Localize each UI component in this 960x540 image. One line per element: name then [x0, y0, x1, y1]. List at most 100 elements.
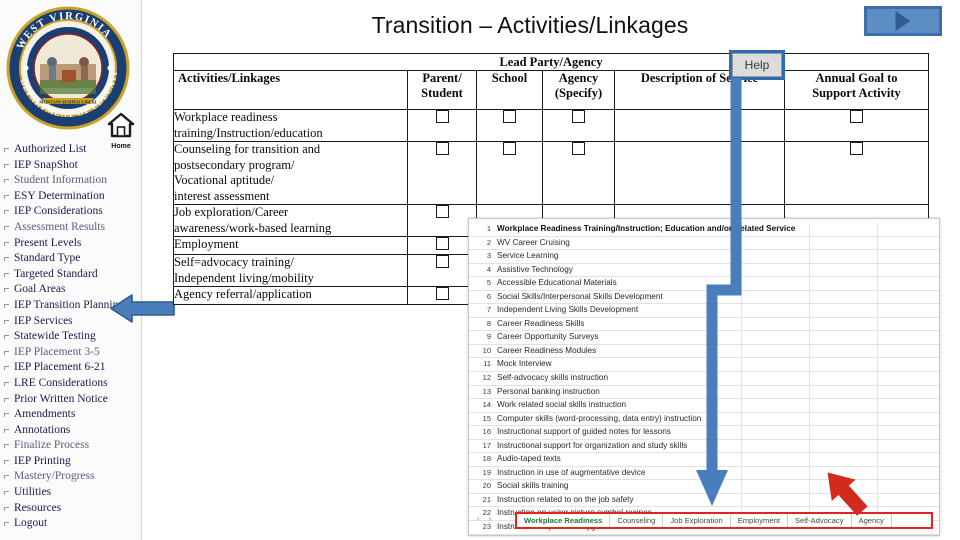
checkbox-cell-school[interactable]: [476, 109, 543, 142]
checkbox-cell-parent-student[interactable]: [407, 254, 477, 287]
activity-line: Self=advocacy training/: [174, 255, 294, 269]
row-number: 15: [482, 413, 491, 423]
row-text: Career Readiness Modules: [497, 345, 597, 355]
sidebar-item-esy-determination[interactable]: ESY Determination: [0, 189, 141, 205]
sidebar-item-logout[interactable]: Logout: [0, 516, 141, 532]
bullet-icon: [4, 444, 9, 449]
sidebar-item-standard-type[interactable]: Standard Type: [0, 251, 141, 267]
col-annual-goal: Annual Goal to Support Activity: [783, 70, 930, 110]
activity-line: training/Instruction/education: [174, 125, 323, 140]
col-activities-linkages: Activities/Linkages: [173, 70, 408, 110]
checkbox-cell-parent-student[interactable]: [407, 204, 477, 237]
play-button[interactable]: [864, 6, 942, 36]
row-text: Self-advocacy skills instruction: [497, 373, 609, 383]
checkbox[interactable]: [435, 237, 449, 250]
sidebar-item-label: Standard Type: [14, 252, 81, 265]
activity-line: postsecondary program/: [174, 157, 295, 172]
sidebar-item-label: IEP Considerations: [14, 205, 103, 218]
sidebar-item-iep-snapshot[interactable]: IEP SnapShot: [0, 158, 141, 174]
bullet-icon: [4, 381, 9, 386]
bullet-icon: [4, 288, 9, 293]
checkbox-cell-agency[interactable]: [542, 141, 615, 205]
activity-line: Counseling for transition and: [174, 142, 321, 156]
sidebar-item-resources[interactable]: Resources: [0, 501, 141, 517]
sidebar-item-prior-written-notice[interactable]: Prior Written Notice: [0, 392, 141, 408]
sidebar-item-amendments[interactable]: Amendments: [0, 407, 141, 423]
bullet-icon: [4, 257, 9, 262]
sidebar-item-targeted-standard[interactable]: Targeted Standard: [0, 267, 141, 283]
checkbox-cell-agency[interactable]: [542, 109, 615, 142]
sheet-tab-job-exploration[interactable]: Job Exploration: [663, 514, 731, 527]
checkbox-cell-school[interactable]: [476, 141, 543, 205]
play-triangle-icon: [895, 11, 911, 31]
checkbox-cell-annual-goal[interactable]: [783, 141, 930, 205]
bullet-icon: [4, 475, 9, 480]
sidebar-item-assessment-results[interactable]: Assessment Results: [0, 220, 141, 236]
sidebar-item-lre-considerations[interactable]: LRE Considerations: [0, 376, 141, 392]
bullet-icon: [4, 148, 9, 152]
sidebar-item-label: Assessment Results: [14, 220, 106, 233]
checkbox[interactable]: [850, 142, 864, 155]
sidebar-item-label: Amendments: [14, 408, 76, 421]
checkbox[interactable]: [572, 142, 585, 155]
sheet-tab-counseling[interactable]: Counseling: [610, 514, 664, 527]
checkbox[interactable]: [503, 142, 516, 155]
sidebar-item-mastery-progress[interactable]: Mastery/Progress: [0, 469, 141, 485]
row-text: Career Opportunity Surveys: [497, 332, 599, 342]
sidebar-item-utilities[interactable]: Utilities: [0, 485, 141, 501]
activity-label: Counseling for transition and postsecond…: [173, 141, 408, 205]
sidebar-item-annotations[interactable]: Annotations: [0, 423, 141, 439]
bullet-icon: [4, 459, 9, 464]
checkbox[interactable]: [435, 255, 449, 268]
help-button-label: Help: [732, 53, 782, 77]
row-text: Instructional support for organization a…: [497, 440, 688, 450]
checkbox-cell-parent-student[interactable]: [407, 141, 477, 205]
checkbox-cell-parent-student[interactable]: [407, 286, 477, 305]
checkbox-cell-parent-student[interactable]: [407, 109, 477, 142]
sidebar-item-iep-placement-3-5[interactable]: IEP Placement 3-5: [0, 345, 141, 361]
slide-canvas: WEST VIRGINIA DEPARTMENT OF EDUCATION ST…: [0, 0, 960, 540]
checkbox[interactable]: [435, 205, 449, 218]
sidebar-item-statewide-testing[interactable]: Statewide Testing: [0, 329, 141, 345]
sidebar-item-student-information[interactable]: Student Information: [0, 173, 141, 189]
chevron-right-icon[interactable]: ›: [489, 514, 501, 523]
bullet-icon: [4, 241, 9, 246]
col-annual-goal-line2: Support Activity: [812, 85, 901, 100]
checkbox[interactable]: [435, 287, 449, 300]
activity-line: Vocational aptitude/: [174, 173, 275, 187]
bullet-icon: [4, 413, 9, 418]
sidebar-item-iep-printing[interactable]: IEP Printing: [0, 454, 141, 470]
sheet-tab-nav[interactable]: ‹›: [477, 514, 511, 526]
sidebar-item-label: IEP Services: [14, 314, 73, 327]
row-number: 19: [482, 467, 491, 477]
sidebar-item-iep-placement-6-21[interactable]: IEP Placement 6-21: [0, 360, 141, 376]
col-parent-student-line2: Student: [421, 85, 463, 100]
chevron-left-icon[interactable]: ‹: [477, 514, 489, 523]
sidebar-item-label: Present Levels: [14, 236, 82, 249]
sidebar-item-authorized-list[interactable]: Authorized List: [0, 142, 141, 158]
checkbox-cell-annual-goal[interactable]: [783, 109, 930, 142]
sheet-tab-workplace-readiness[interactable]: Workplace Readiness: [517, 514, 611, 527]
red-arrow-annotation: [812, 472, 882, 516]
checkbox[interactable]: [503, 110, 516, 123]
checkbox[interactable]: [435, 110, 449, 123]
row-number: 7: [486, 305, 491, 315]
activity-label: Self=advocacy training/ Independent livi…: [173, 254, 408, 287]
sheet-tab-employment[interactable]: Employment: [731, 514, 788, 527]
checkbox[interactable]: [435, 142, 449, 155]
sidebar-item-present-levels[interactable]: Present Levels: [0, 236, 141, 252]
sidebar-item-iep-considerations[interactable]: IEP Considerations: [0, 204, 141, 220]
row-number: 16: [482, 427, 491, 437]
row-text: Career Readiness Skills: [497, 318, 585, 328]
help-button[interactable]: Help: [729, 50, 785, 80]
activity-label: Employment: [173, 236, 408, 255]
sidebar-item-finalize-process[interactable]: Finalize Process: [0, 438, 141, 454]
checkbox-cell-parent-student[interactable]: [407, 236, 477, 255]
checkbox[interactable]: [572, 110, 585, 123]
sidebar-item-label: Finalize Process: [14, 439, 90, 452]
checkbox[interactable]: [850, 110, 864, 123]
row-number: 10: [482, 345, 491, 355]
row-text: Personal banking instruction: [497, 386, 600, 396]
row-number: 20: [482, 481, 491, 491]
sidebar-item-label: Utilities: [14, 486, 52, 499]
